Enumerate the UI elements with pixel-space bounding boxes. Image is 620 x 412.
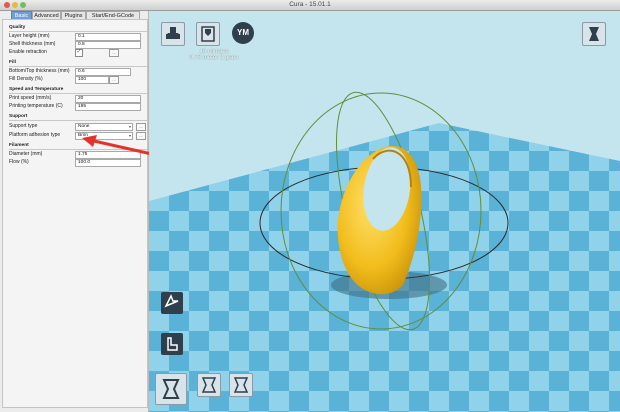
load-model-icon — [166, 27, 180, 39]
section-title-filament: Filament — [9, 143, 29, 148]
mirror-x-icon — [201, 377, 217, 393]
support-type-label: Support type — [9, 123, 38, 129]
window-titlebar: Cura - 15.01.1 — [0, 0, 620, 11]
rotate-button[interactable] — [161, 292, 183, 314]
section-title-fill: Fill — [9, 60, 16, 65]
section-title-quality: Quality — [9, 25, 26, 30]
layer-height-field[interactable]: 0.1 — [75, 33, 141, 41]
3d-viewport[interactable]: YM 40 minutes 0.73 meter 2 gram — [149, 11, 620, 412]
support-type-select[interactable]: None ▾ — [75, 123, 133, 131]
load-model-button[interactable] — [161, 22, 185, 46]
support-type-value: None — [78, 124, 90, 129]
section-divider — [9, 93, 147, 94]
fill-density-label: Fill Density (%) — [9, 76, 43, 82]
build-plate-scene — [149, 11, 620, 412]
print-icon — [201, 26, 215, 42]
enable-retraction-checkbox[interactable]: ✓ — [75, 49, 83, 57]
chevron-down-icon: ▾ — [128, 124, 131, 129]
rotate-icon — [164, 294, 179, 308]
bottom-top-thickness-field[interactable]: 0.6 — [75, 68, 131, 76]
bottom-top-thickness-label: Bottom/Top thickness (mm) — [9, 68, 70, 74]
mirror-button[interactable] — [155, 373, 187, 405]
retraction-settings-button[interactable]: ... — [109, 49, 119, 57]
fill-settings-button[interactable]: ... — [109, 76, 119, 84]
print-speed-label: Print speed (mm/s) — [9, 95, 52, 101]
support-settings-button[interactable]: ... — [136, 123, 146, 131]
printing-temperature-label: Printing temperature (C) — [9, 103, 63, 109]
diameter-label: Diameter (mm) — [9, 151, 43, 157]
youmagine-button[interactable]: YM — [232, 22, 254, 44]
section-divider — [9, 66, 147, 67]
shell-thickness-field[interactable]: 0.8 — [75, 41, 141, 49]
scale-icon — [167, 337, 178, 351]
window-title: Cura - 15.01.1 — [289, 1, 331, 8]
print-filament: 0.73 meter 2 gram — [189, 55, 239, 61]
section-title-speed: Speed and Temperature — [9, 87, 64, 92]
settings-panel: Quality Layer height (mm) 0.1 Shell thic… — [2, 19, 148, 408]
mirror-x-button[interactable] — [197, 373, 221, 397]
section-title-support: Support — [9, 114, 28, 119]
platform-adhesion-label: Platform adhesion type — [9, 132, 61, 138]
printing-temperature-field[interactable]: 195 — [75, 103, 141, 111]
section-divider — [9, 31, 147, 32]
shell-thickness-label: Shell thickness (mm) — [9, 41, 56, 47]
youmagine-icon: YM — [237, 28, 249, 37]
mirror-y-button[interactable] — [229, 373, 253, 397]
settings-sidebar: Basic Advanced Plugins Start/End-GCode Q… — [0, 11, 157, 412]
annotation-arrow — [82, 135, 157, 157]
mirror-icon — [162, 379, 180, 399]
flow-label: Flow (%) — [9, 159, 29, 165]
print-speed-field[interactable]: 20 — [75, 95, 141, 103]
view-mode-icon — [589, 27, 599, 41]
print-button[interactable] — [196, 22, 220, 46]
mirror-y-icon — [233, 377, 249, 393]
print-time-estimate: 40 minutes 0.73 meter 2 gram — [169, 49, 259, 61]
view-mode-button[interactable] — [582, 22, 606, 46]
scale-button[interactable] — [161, 333, 183, 355]
layer-height-label: Layer height (mm) — [9, 33, 50, 39]
section-divider — [9, 120, 147, 121]
enable-retraction-label: Enable retraction — [9, 49, 47, 55]
fill-density-field[interactable]: 100 — [75, 76, 109, 84]
